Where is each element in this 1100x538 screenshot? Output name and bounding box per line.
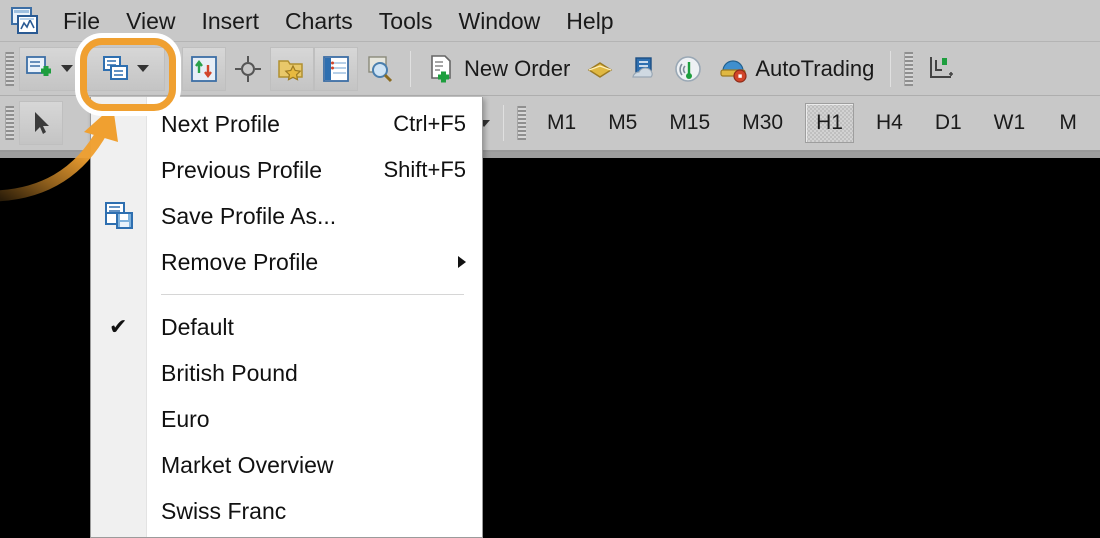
indicators-icon	[189, 54, 219, 84]
menubar: File View Insert Charts Tools Window Hel…	[0, 0, 1100, 42]
autotrading-label: AutoTrading	[755, 55, 875, 81]
profiles-dropdown-menu: Next Profile Ctrl+F5 Previous Profile Sh…	[90, 97, 483, 538]
timeframe-mn[interactable]: M	[1047, 103, 1089, 143]
menu-item-next-profile[interactable]: Next Profile Ctrl+F5	[91, 101, 482, 147]
metatrader-app-icon	[10, 6, 40, 35]
new-order-icon	[427, 54, 457, 84]
menubar-item-view[interactable]: View	[113, 0, 188, 42]
timeframe-h1[interactable]: H1	[805, 103, 854, 143]
chart-shift-button[interactable]	[918, 47, 962, 91]
menu-item-label: Swiss Franc	[161, 497, 287, 524]
menu-item-label: British Pound	[161, 359, 298, 386]
timeframe-m15[interactable]: M15	[659, 103, 720, 143]
metatrader-window: File View Insert Charts Tools Window Hel…	[0, 0, 1100, 538]
menubar-item-file[interactable]: File	[50, 0, 113, 42]
submenu-arrow-icon	[458, 256, 466, 268]
autotrading-button[interactable]: AutoTrading	[710, 47, 882, 91]
crosshair-icon	[233, 54, 263, 84]
new-chart-icon	[25, 54, 55, 84]
strategy-tester-button[interactable]	[578, 47, 622, 91]
timeframe-m1[interactable]: M1	[537, 103, 586, 143]
menu-item-profile-default[interactable]: ✔ Default	[91, 304, 482, 350]
toolbar-separator-3	[890, 50, 892, 87]
menu-item-save-profile-as[interactable]: Save Profile As...	[91, 193, 482, 239]
indicators-button[interactable]	[182, 46, 226, 91]
menu-item-label: Next Profile	[161, 110, 280, 137]
data-window-button[interactable]	[314, 46, 358, 91]
menu-item-previous-profile[interactable]: Previous Profile Shift+F5	[91, 147, 482, 193]
toolbar-separator	[173, 50, 174, 87]
strategy-tester-icon	[585, 54, 615, 84]
toolbar-grip[interactable]	[5, 51, 14, 86]
save-profile-icon	[104, 201, 136, 231]
market-icon	[629, 54, 659, 84]
timeframe-w1[interactable]: W1	[984, 103, 1036, 143]
timeframe-h4[interactable]: H4	[866, 103, 913, 143]
menubar-item-charts[interactable]: Charts	[272, 0, 366, 42]
crosshair-button[interactable]	[226, 47, 270, 91]
zoom-icon	[365, 54, 395, 84]
menu-item-label: Euro	[161, 405, 210, 432]
menu-item-label: Previous Profile	[161, 156, 323, 183]
menubar-item-help[interactable]: Help	[553, 0, 626, 42]
profiles-caret-icon[interactable]	[137, 65, 149, 72]
timeframe-d1[interactable]: D1	[925, 103, 972, 143]
menu-separator	[161, 294, 464, 295]
menu-item-label: Default	[161, 313, 234, 340]
timeframe-m30[interactable]: M30	[732, 103, 793, 143]
market-button[interactable]	[622, 47, 666, 91]
menu-list: Next Profile Ctrl+F5 Previous Profile Sh…	[91, 97, 482, 534]
menubar-item-window[interactable]: Window	[445, 0, 553, 42]
menu-item-shortcut: Ctrl+F5	[393, 111, 466, 136]
toolbar-separator-2	[410, 50, 411, 87]
new-chart-button[interactable]	[19, 46, 79, 91]
chart-toolbar-grip[interactable]	[5, 106, 14, 140]
menu-item-profile-british-pound[interactable]: British Pound	[91, 350, 482, 396]
zoom-button[interactable]	[358, 47, 402, 91]
standard-toolbar: New Order AutoTrading	[0, 42, 1100, 96]
menu-item-label: Remove Profile	[161, 248, 319, 275]
signals-button[interactable]	[666, 47, 710, 91]
profiles-icon	[101, 54, 131, 84]
cursor-icon	[26, 108, 56, 138]
new-order-button[interactable]: New Order	[419, 47, 578, 91]
menubar-item-tools[interactable]: Tools	[366, 0, 446, 42]
templates-button[interactable]	[270, 46, 314, 91]
new-order-label: New Order	[464, 55, 571, 81]
menu-item-profile-swiss-franc[interactable]: Swiss Franc	[91, 488, 482, 534]
signals-icon	[673, 54, 703, 84]
templates-icon	[277, 54, 307, 84]
chart-shift-icon	[925, 54, 955, 84]
new-chart-caret-icon[interactable]	[61, 65, 73, 72]
cursor-button[interactable]	[19, 101, 63, 145]
autotrading-icon	[718, 54, 748, 84]
timeframe-grip[interactable]	[517, 106, 526, 140]
data-window-icon	[321, 54, 351, 84]
menubar-item-insert[interactable]: Insert	[189, 0, 273, 42]
checkmark-icon: ✔	[109, 314, 128, 339]
profiles-toolbar-button[interactable]	[85, 46, 165, 91]
toolbar-grip-2[interactable]	[904, 51, 914, 86]
menu-item-profile-market-overview[interactable]: Market Overview	[91, 442, 482, 488]
menu-item-label: Save Profile As...	[161, 202, 337, 229]
menu-item-profile-euro[interactable]: Euro	[91, 396, 482, 442]
chart-toolbar-separator	[503, 105, 504, 141]
menu-item-shortcut: Shift+F5	[383, 157, 466, 182]
timeframe-m5[interactable]: M5	[598, 103, 647, 143]
menu-item-label: Market Overview	[161, 451, 334, 478]
menu-item-remove-profile[interactable]: Remove Profile	[91, 239, 482, 285]
